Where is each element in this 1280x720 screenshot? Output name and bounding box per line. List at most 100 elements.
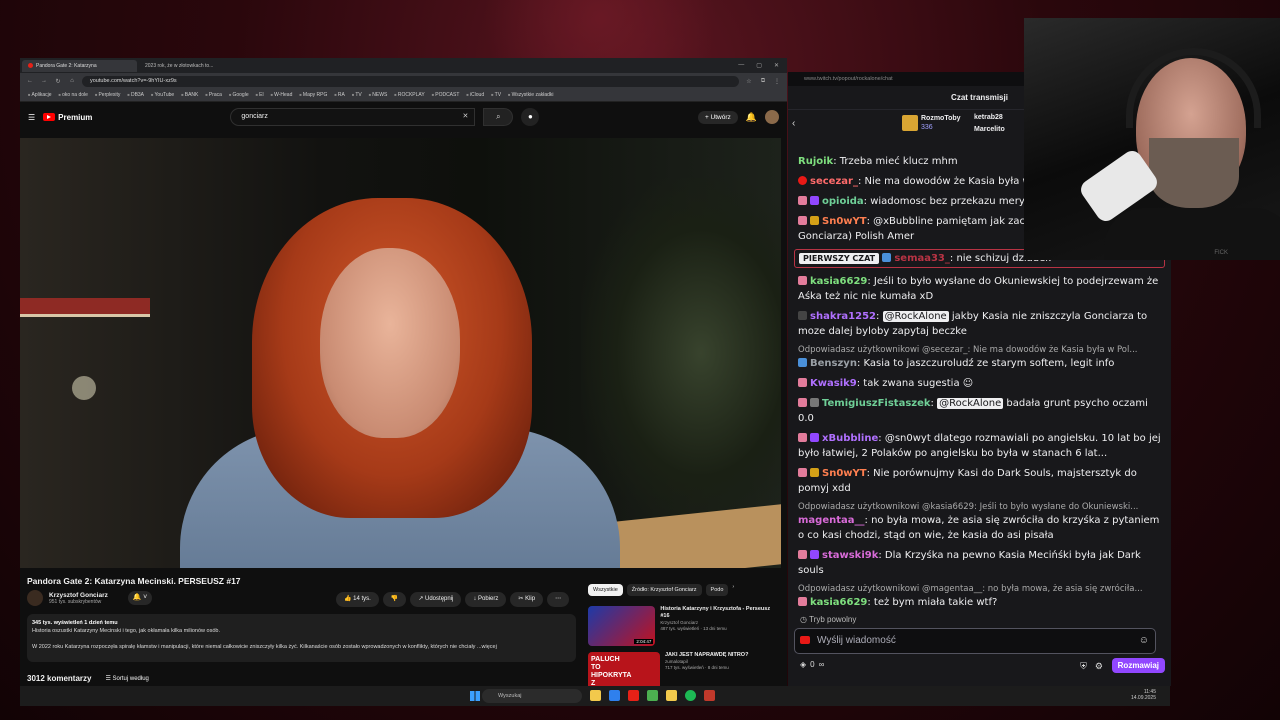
windows-start-icon[interactable] bbox=[470, 691, 480, 701]
chat-username[interactable]: semaa33_ bbox=[894, 253, 950, 264]
hamburger-icon[interactable]: ☰ bbox=[28, 113, 35, 122]
search-input[interactable]: gonciarz ✕ bbox=[230, 108, 476, 126]
chip-source[interactable]: Źródło: Krzysztof Gonciarz bbox=[626, 584, 702, 596]
back-icon[interactable]: ← bbox=[26, 78, 34, 84]
bookmark-item[interactable]: NEWS bbox=[369, 92, 387, 98]
reload-icon[interactable]: ↻ bbox=[54, 78, 62, 85]
bookmark-item[interactable]: El bbox=[256, 92, 263, 98]
chat-username[interactable]: opioida bbox=[822, 196, 864, 207]
url-field[interactable]: youtube.com/watch?v=-9hYIU-xz9s bbox=[82, 75, 739, 87]
bookmark-item[interactable]: Aplikacje bbox=[28, 92, 52, 98]
chrome-icon[interactable] bbox=[647, 690, 658, 701]
chat-username[interactable]: Sn0wYT bbox=[822, 468, 867, 479]
chat-username[interactable]: stawski9k bbox=[822, 550, 878, 561]
menu-icon[interactable]: ⋮ bbox=[773, 78, 781, 85]
chat-message[interactable]: Benszyn: Kasia to jaszczuroludź ze stary… bbox=[798, 356, 1161, 371]
chat-message[interactable]: kasia6629: też bym miała takie wtf? bbox=[798, 595, 1161, 610]
mention[interactable]: @RockAlone bbox=[937, 398, 1004, 409]
clip-button[interactable]: ✂ Klip bbox=[510, 592, 544, 607]
recommended-video[interactable]: 2:04:47 Historia Katarzyny i Krzysztofa … bbox=[588, 606, 773, 646]
chat-username[interactable]: kasia6629 bbox=[810, 597, 867, 608]
chat-username[interactable]: Benszyn bbox=[810, 358, 857, 369]
chat-username[interactable]: kasia6629 bbox=[810, 276, 867, 287]
bookmark-item[interactable]: RA bbox=[334, 92, 345, 98]
chat-username[interactable]: xBubbline bbox=[822, 433, 878, 444]
search-button[interactable]: ⌕ bbox=[483, 108, 514, 126]
bookmark-item[interactable]: Praca bbox=[205, 92, 222, 98]
bookmark-item[interactable]: Google bbox=[229, 92, 248, 98]
subscribed-bell-button[interactable]: 🔔 ˅ bbox=[127, 591, 152, 605]
gear-icon[interactable]: ⚙ bbox=[1095, 661, 1103, 672]
chat-username[interactable]: shakra1252 bbox=[810, 311, 876, 322]
clear-icon[interactable]: ✕ bbox=[463, 109, 469, 125]
chip-all[interactable]: Wszystkie bbox=[588, 584, 623, 596]
app-icon[interactable] bbox=[704, 690, 715, 701]
bookmark-item[interactable]: W-Head bbox=[271, 92, 292, 98]
more-button[interactable]: ⋯ bbox=[547, 592, 570, 607]
tab-second[interactable]: 2023 rok, że w złotowkach to... bbox=[139, 60, 254, 72]
emote-picker-icon[interactable]: ☺ bbox=[1139, 629, 1149, 653]
gift-top-user[interactable]: RozmoToby 336 bbox=[902, 114, 961, 132]
bookmark-item[interactable]: PODCAST bbox=[432, 92, 459, 98]
chat-message[interactable]: stawski9k: Dla Krzyśka na pewno Kasia Me… bbox=[798, 548, 1161, 578]
download-button[interactable]: ↓ Pobierz bbox=[465, 592, 507, 607]
bookmark-item[interactable]: iCloud bbox=[466, 92, 484, 98]
tab-youtube[interactable]: Pandora Gate 2: Katarzyna bbox=[22, 59, 137, 72]
shield-icon[interactable]: ⛨ bbox=[1080, 661, 1087, 672]
taskbar-search[interactable]: Wyszukaj bbox=[482, 689, 582, 703]
bookmark-item[interactable]: oko na dole bbox=[59, 92, 88, 98]
opera-icon[interactable] bbox=[628, 690, 639, 701]
close-icon[interactable]: ✕ bbox=[774, 62, 779, 69]
chip-other[interactable]: Podo bbox=[705, 584, 729, 596]
avatar[interactable] bbox=[765, 110, 779, 124]
dislike-button[interactable]: 👎 bbox=[382, 592, 407, 607]
chevron-right-icon[interactable]: › bbox=[732, 584, 734, 596]
send-chat-button[interactable]: Rozmawiaj bbox=[1111, 658, 1165, 673]
mic-icon[interactable]: ● bbox=[521, 108, 540, 126]
extensions-icon[interactable]: ⧉ bbox=[759, 78, 767, 85]
chat-message[interactable]: xBubbline: @sn0wyt dlatego rozmawiali po… bbox=[798, 431, 1161, 461]
bookmark-item[interactable]: BANK bbox=[181, 92, 199, 98]
chat-input[interactable]: Wyślij wiadomość ☺ bbox=[794, 628, 1156, 654]
chat-username[interactable]: Rujoik bbox=[798, 156, 833, 167]
notes-icon[interactable] bbox=[666, 690, 677, 701]
chat-username[interactable]: Sn0wYT bbox=[822, 216, 867, 227]
share-button[interactable]: ↗ Udostępnij bbox=[410, 592, 462, 607]
mention[interactable]: @RockAlone bbox=[882, 311, 949, 322]
chat-username[interactable]: Kwasik9 bbox=[810, 378, 857, 389]
chevron-left-icon[interactable]: ‹ bbox=[792, 118, 795, 129]
bookmark-item[interactable]: Perplexity bbox=[95, 92, 120, 98]
forward-icon[interactable]: → bbox=[40, 78, 48, 84]
bookmark-item[interactable]: TV bbox=[491, 92, 501, 98]
chat-message[interactable]: shakra1252: @RockAlone jakby Kasia nie z… bbox=[798, 309, 1161, 339]
notifications-icon[interactable]: 🔔 bbox=[746, 112, 757, 123]
video-player[interactable] bbox=[20, 138, 781, 568]
chat-username[interactable]: secezar_ bbox=[810, 176, 858, 187]
maximize-icon[interactable]: ▢ bbox=[756, 62, 762, 69]
channel-avatar[interactable] bbox=[27, 590, 43, 606]
minimize-icon[interactable]: — bbox=[738, 62, 744, 69]
create-button[interactable]: + Utwórz bbox=[697, 110, 738, 124]
bookmark-item[interactable]: ROCKPLAY bbox=[394, 92, 425, 98]
bookmark-item[interactable]: TV bbox=[352, 92, 361, 98]
edge-icon[interactable] bbox=[609, 690, 620, 701]
explorer-icon[interactable] bbox=[590, 690, 601, 701]
chat-username[interactable]: TemigiuszFistaszek bbox=[822, 398, 931, 409]
sort-button[interactable]: ☰ Sortuj według bbox=[105, 674, 148, 684]
bookmark-item[interactable]: DB3A bbox=[127, 92, 144, 98]
chat-message[interactable]: Kwasik9: tak zwana sugestia ☺ bbox=[798, 376, 1161, 391]
bookmark-item[interactable]: Mapy RPG bbox=[299, 92, 327, 98]
chat-username[interactable]: magentaa__ bbox=[798, 515, 865, 526]
youtube-logo[interactable]: Premium bbox=[43, 113, 92, 122]
gift-other-users[interactable]: ketrab28 Marcelito bbox=[974, 112, 1005, 136]
channel-points[interactable]: ◈ 0 ∞ bbox=[800, 660, 824, 669]
chat-message[interactable]: Sn0wYT: Nie porównujmy Kasi do Dark Soul… bbox=[798, 466, 1161, 496]
system-tray[interactable]: 11:45 14.09.2025 bbox=[1131, 689, 1156, 701]
home-icon[interactable]: ⌂ bbox=[68, 78, 76, 84]
description-box[interactable]: 345 tys. wyświetleń 1 dzień temu Histori… bbox=[27, 614, 576, 662]
spotify-icon[interactable] bbox=[685, 690, 696, 701]
chat-message[interactable]: kasia6629: Jeśli to było wysłane do Okun… bbox=[798, 274, 1161, 304]
chat-message[interactable]: TemigiuszFistaszek: @RockAlone badała gr… bbox=[798, 396, 1161, 426]
chat-message[interactable]: magentaa__: no była mowa, że asia się zw… bbox=[798, 513, 1161, 543]
bookmark-item[interactable]: Wszystkie zakładki bbox=[508, 92, 554, 98]
